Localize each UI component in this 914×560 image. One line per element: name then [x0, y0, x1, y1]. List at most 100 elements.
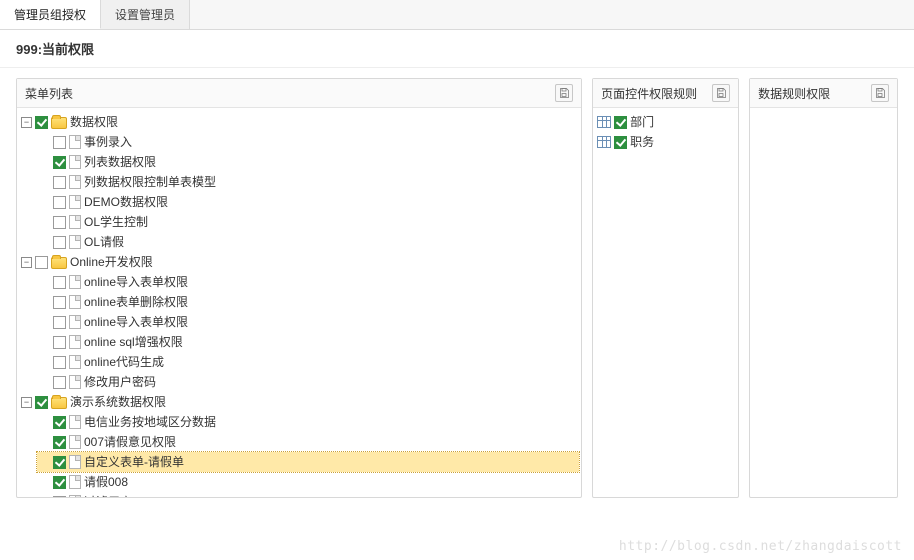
- tree-label: 数据权限: [70, 113, 118, 131]
- tree-node: − 演示系统数据权限电信业务按地域区分数据007请假意见权限自定义表单-请假单请假…: [19, 392, 579, 497]
- file-icon: [69, 335, 81, 349]
- checkbox[interactable]: [53, 176, 66, 189]
- tree-label: OL请假: [84, 233, 124, 251]
- panel-body[interactable]: [750, 108, 897, 497]
- tree-row[interactable]: online代码生成: [37, 352, 579, 372]
- toggle-spacer: [39, 177, 50, 188]
- save-icon: [558, 87, 570, 99]
- file-icon: [69, 375, 81, 389]
- tree-row[interactable]: 列数据权限控制单表模型: [37, 172, 579, 192]
- checkbox[interactable]: [53, 156, 66, 169]
- tree-row[interactable]: 事例录入: [37, 132, 579, 152]
- expand-toggle[interactable]: −: [21, 257, 32, 268]
- tree-node: −Online开发权限online导入表单权限online表单删除权限onlin…: [19, 252, 579, 392]
- file-icon: [69, 275, 81, 289]
- checkbox[interactable]: [53, 356, 66, 369]
- tree-node: − 数据权限事例录入列表数据权限列数据权限控制单表模型 DEMO数据权限OL学生控制…: [19, 112, 579, 252]
- page-subtitle: 999:当前权限: [0, 30, 914, 68]
- checkbox[interactable]: [53, 236, 66, 249]
- menu-tree: − 数据权限事例录入列表数据权限列数据权限控制单表模型 DEMO数据权限OL学生控制…: [19, 112, 579, 497]
- tree-label: DEMO数据权限: [84, 193, 168, 211]
- list-item: 部门: [595, 112, 736, 132]
- toggle-spacer: [39, 337, 50, 348]
- rule-row[interactable]: 职务: [595, 132, 736, 152]
- tree-node: 过滤用户: [37, 492, 579, 497]
- tab-set-admin[interactable]: 设置管理员: [101, 0, 190, 29]
- checkbox[interactable]: [53, 276, 66, 289]
- tab-admin-group-auth[interactable]: 管理员组授权: [0, 0, 101, 29]
- tree-row[interactable]: 自定义表单-请假单: [37, 452, 579, 472]
- panel-body[interactable]: − 数据权限事例录入列表数据权限列数据权限控制单表模型 DEMO数据权限OL学生控制…: [17, 108, 581, 497]
- tree-label: 列数据权限控制单表模型: [84, 173, 216, 191]
- tree-label: 事例录入: [84, 133, 132, 151]
- checkbox[interactable]: [53, 336, 66, 349]
- checkbox[interactable]: [35, 256, 48, 269]
- tree-row[interactable]: online导入表单权限: [37, 312, 579, 332]
- panel-header: 菜单列表: [17, 79, 581, 108]
- save-button[interactable]: [555, 84, 573, 102]
- checkbox[interactable]: [53, 376, 66, 389]
- tree-row[interactable]: 列表数据权限: [37, 152, 579, 172]
- tree-label: online导入表单权限: [84, 273, 188, 291]
- tree-node: 自定义表单-请假单: [37, 452, 579, 472]
- tree-row[interactable]: online导入表单权限: [37, 272, 579, 292]
- checkbox[interactable]: [53, 196, 66, 209]
- checkbox[interactable]: [53, 476, 66, 489]
- checkbox[interactable]: [53, 416, 66, 429]
- tree-row[interactable]: online表单删除权限: [37, 292, 579, 312]
- panel-body[interactable]: 部门职务: [593, 108, 738, 497]
- expand-toggle[interactable]: −: [21, 397, 32, 408]
- checkbox[interactable]: [53, 436, 66, 449]
- save-button[interactable]: [712, 84, 730, 102]
- folder-icon: [51, 397, 67, 409]
- checkbox[interactable]: [53, 496, 66, 498]
- tree-node: online导入表单权限: [37, 272, 579, 292]
- tree-row[interactable]: 电信业务按地域区分数据: [37, 412, 579, 432]
- tree-label: 列表数据权限: [84, 153, 156, 171]
- tree-row[interactable]: OL请假: [37, 232, 579, 252]
- tree-label: 演示系统数据权限: [70, 393, 166, 411]
- save-button[interactable]: [871, 84, 889, 102]
- checkbox[interactable]: [35, 116, 48, 129]
- tab-bar: 管理员组授权 设置管理员: [0, 0, 914, 30]
- toggle-spacer: [39, 417, 50, 428]
- tree-row[interactable]: 请假008: [37, 472, 579, 492]
- tree-label: online代码生成: [84, 353, 164, 371]
- checkbox[interactable]: [614, 116, 627, 129]
- tree-row[interactable]: −Online开发权限: [19, 252, 579, 272]
- checkbox[interactable]: [35, 396, 48, 409]
- file-icon: [69, 295, 81, 309]
- content-area: 菜单列表 −数据权限事例录入列表数据权限列数据权限控制单表模型DEMO数据权限O…: [0, 68, 914, 508]
- checkbox[interactable]: [53, 316, 66, 329]
- tree-row[interactable]: − 数据权限: [19, 112, 579, 132]
- grid-icon: [597, 116, 611, 128]
- file-icon: [69, 415, 81, 429]
- tree-node: OL请假: [37, 232, 579, 252]
- tree-row[interactable]: DEMO数据权限: [37, 192, 579, 212]
- tree-row[interactable]: OL学生控制: [37, 212, 579, 232]
- tree-row[interactable]: 过滤用户: [37, 492, 579, 497]
- tree-row[interactable]: 修改用户密码: [37, 372, 579, 392]
- toggle-spacer: [39, 357, 50, 368]
- tree-node: 修改用户密码: [37, 372, 579, 392]
- checkbox[interactable]: [53, 456, 66, 469]
- toggle-spacer: [39, 197, 50, 208]
- panel-menu-list: 菜单列表 −数据权限事例录入列表数据权限列数据权限控制单表模型DEMO数据权限O…: [16, 78, 582, 498]
- tree-node: DEMO数据权限: [37, 192, 579, 212]
- tree-node: 列表数据权限: [37, 152, 579, 172]
- toggle-spacer: [39, 377, 50, 388]
- tree-row[interactable]: 007请假意见权限: [37, 432, 579, 452]
- tab-label: 管理员组授权: [14, 8, 86, 22]
- expand-toggle[interactable]: −: [21, 117, 32, 128]
- rule-row[interactable]: 部门: [595, 112, 736, 132]
- tree-row[interactable]: − 演示系统数据权限: [19, 392, 579, 412]
- tree-node: OL学生控制: [37, 212, 579, 232]
- tree-row[interactable]: online sql增强权限: [37, 332, 579, 352]
- checkbox[interactable]: [53, 216, 66, 229]
- checkbox[interactable]: [53, 296, 66, 309]
- panel-data-rules: 数据规则权限: [749, 78, 898, 498]
- save-icon: [874, 87, 886, 99]
- watermark: http://blog.csdn.net/zhangdaiscott: [619, 539, 902, 554]
- checkbox[interactable]: [614, 136, 627, 149]
- checkbox[interactable]: [53, 136, 66, 149]
